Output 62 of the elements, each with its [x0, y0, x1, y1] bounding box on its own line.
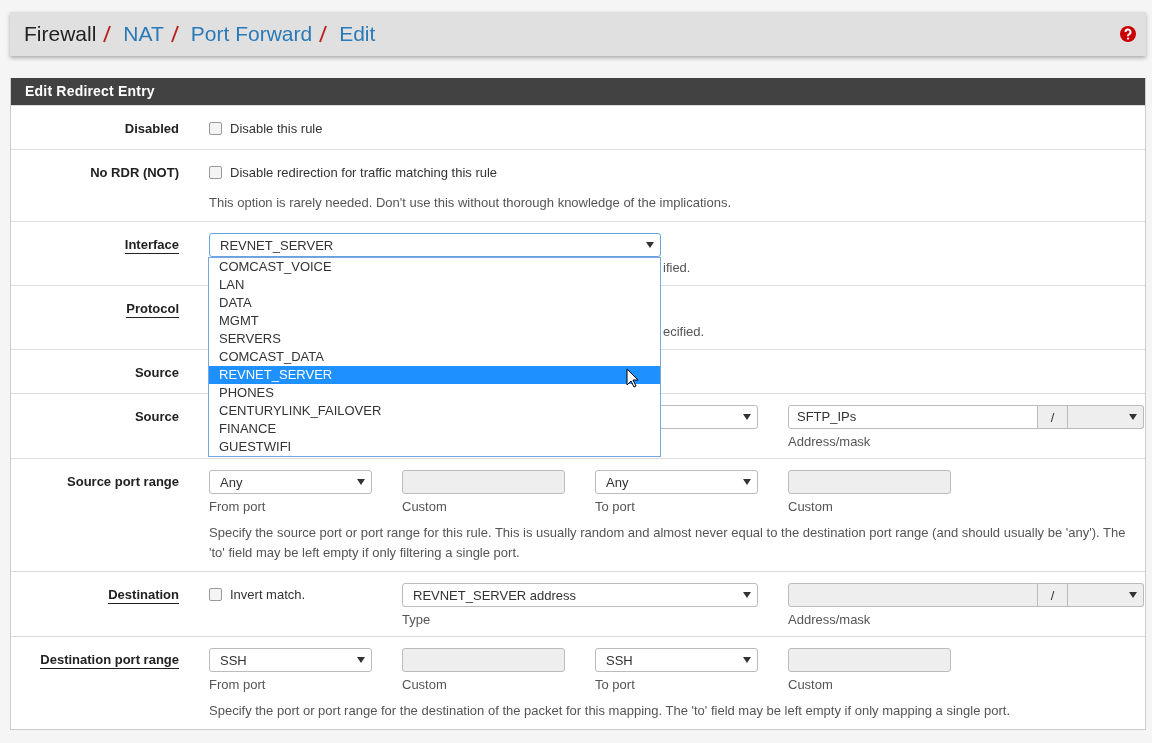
dropdown-option[interactable]: PHONES — [209, 384, 660, 402]
dropdown-option[interactable]: COMCAST_DATA — [209, 348, 660, 366]
field-caption: To port — [595, 499, 636, 515]
select-field[interactable]: Any — [209, 470, 372, 494]
caret-icon — [743, 479, 751, 485]
dropdown-option[interactable]: COMCAST_VOICE — [209, 258, 660, 276]
field-caption: From port — [209, 499, 267, 515]
slash-addon: / — [1038, 405, 1068, 429]
cursor-icon — [626, 368, 640, 388]
field-label-link[interactable]: Protocol — [126, 301, 179, 318]
checkbox[interactable]: Disable this rule — [209, 117, 1144, 139]
checkbox[interactable]: Disable redirection for traffic matching this rule — [209, 161, 1144, 183]
address-field[interactable]: SFTP_IPs — [788, 405, 1038, 429]
field-caption: Type — [402, 612, 432, 628]
select-field[interactable]: Any — [595, 470, 758, 494]
field-label: Source port range — [67, 474, 179, 489]
select-field[interactable]: SSH — [209, 648, 372, 672]
dropdown-option[interactable]: SERVERS — [209, 330, 660, 348]
field-label: Source — [134, 365, 179, 380]
field-label-link[interactable]: Interface — [124, 237, 179, 254]
dropdown-option[interactable]: GUESTWIFI — [209, 438, 660, 456]
field-caption: Custom — [788, 499, 834, 515]
dropdown-option[interactable]: MGMT — [209, 312, 660, 330]
field-label-link[interactable]: Destination — [108, 587, 179, 604]
caret-icon — [743, 592, 751, 598]
panel-title: Edit Redirect Entry — [11, 78, 1145, 105]
help-text: ecified. — [663, 323, 706, 341]
caret-icon — [1129, 414, 1137, 420]
mask-select[interactable] — [1068, 583, 1144, 607]
caret-icon — [743, 657, 751, 663]
help-text: ified. — [663, 259, 692, 277]
field-caption: To port — [595, 677, 636, 693]
field-caption: Custom — [402, 677, 448, 693]
caret-icon — [1129, 592, 1137, 598]
help-text: Specify the source port or port range for this rule. This is usually random and almost never equal to the destination port range (and should usually be 'any'). The 'to' field may be left empty if only filtering a single port. — [209, 524, 1127, 562]
dropdown-option[interactable]: FINANCE — [209, 420, 660, 438]
field-caption: Custom — [788, 677, 834, 693]
caret-icon — [357, 657, 365, 663]
slash-addon: / — [1038, 583, 1068, 607]
help-text: Specify the port or port range for the destination of the packet for this mapping. The 'to' field may be left empty if only mapping a single port. — [209, 702, 1012, 720]
dropdown-option[interactable]: CENTURYLINK_FAILOVER — [209, 402, 660, 420]
field-caption: From port — [209, 677, 267, 693]
select-field[interactable]: SSH — [595, 648, 758, 672]
field-label: Disabled — [124, 121, 179, 136]
dropdown-option[interactable]: DATA — [209, 294, 660, 312]
help-text: This option is rarely needed. Don't use this without thorough knowledge of the implications. — [209, 194, 733, 212]
field-caption: Address/mask — [788, 612, 872, 628]
interface-select[interactable]: REVNET_SERVER — [209, 233, 661, 257]
caret-icon — [357, 479, 365, 485]
field-caption: Address/mask — [788, 434, 872, 450]
select-field[interactable]: REVNET_SERVER address — [402, 583, 758, 607]
breadcrumb-text: Firewall — [24, 22, 97, 46]
caret-icon — [646, 242, 654, 248]
field-label: Source — [134, 409, 179, 424]
field-caption: Custom — [402, 499, 448, 515]
mask-select[interactable] — [1068, 405, 1144, 429]
field-label-link[interactable]: Destination port range — [40, 652, 179, 669]
field-label: No RDR (NOT) — [90, 165, 179, 180]
help-icon[interactable] — [1120, 26, 1136, 42]
checkbox[interactable]: Invert match. — [209, 583, 372, 605]
dropdown-option[interactable]: LAN — [209, 276, 660, 294]
caret-icon — [743, 414, 751, 420]
